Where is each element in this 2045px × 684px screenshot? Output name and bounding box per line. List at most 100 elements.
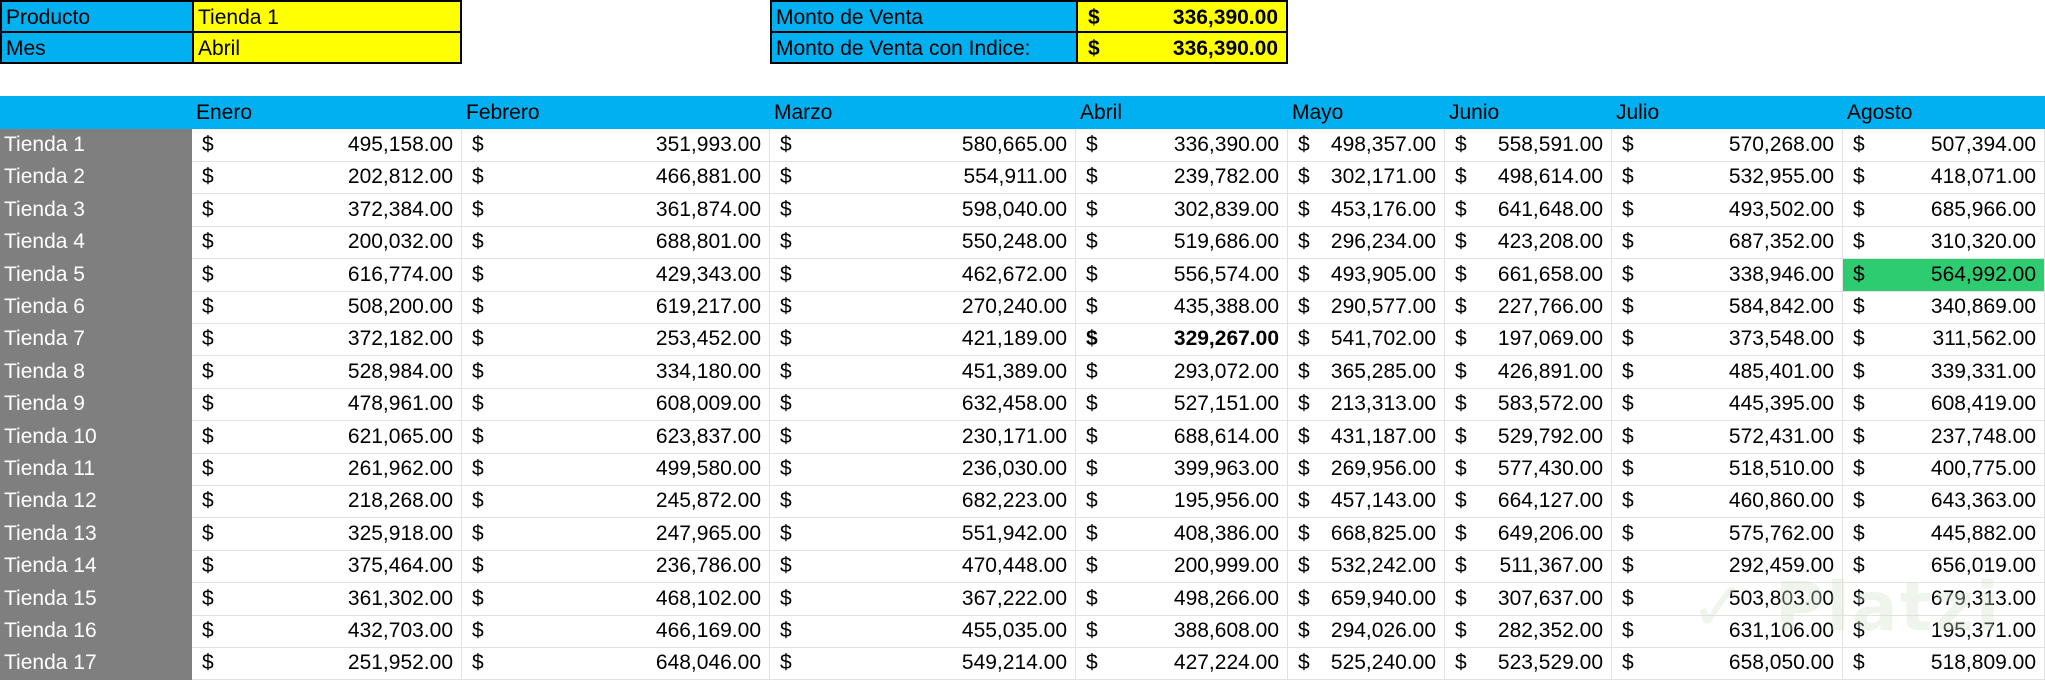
- sales-cell[interactable]: $408,386.00: [1076, 517, 1288, 551]
- sales-cell[interactable]: $532,955.00: [1612, 161, 1843, 195]
- sales-cell[interactable]: $541,702.00: [1288, 323, 1445, 357]
- sales-cell[interactable]: $643,363.00: [1843, 485, 2045, 519]
- sales-cell[interactable]: $498,266.00: [1076, 582, 1288, 616]
- sales-cell[interactable]: $245,872.00: [462, 485, 770, 519]
- sales-cell[interactable]: $493,502.00: [1612, 193, 1843, 227]
- store-label[interactable]: Tienda 4: [0, 226, 192, 260]
- column-header-abril[interactable]: Abril: [1076, 96, 1288, 129]
- sales-cell[interactable]: $619,217.00: [462, 291, 770, 324]
- sales-cell[interactable]: $551,942.00: [770, 517, 1076, 551]
- monto-venta-label[interactable]: Monto de Venta: [770, 0, 1078, 33]
- sales-cell[interactable]: $361,874.00: [462, 193, 770, 227]
- column-header-enero[interactable]: Enero: [192, 96, 462, 129]
- store-label[interactable]: Tienda 8: [0, 355, 192, 389]
- sales-cell[interactable]: $227,766.00: [1445, 291, 1612, 324]
- sales-cell[interactable]: $375,464.00: [192, 550, 462, 584]
- sales-cell[interactable]: $367,222.00: [770, 582, 1076, 616]
- sales-cell[interactable]: $455,035.00: [770, 615, 1076, 648]
- sales-cell[interactable]: $445,395.00: [1612, 388, 1843, 422]
- sales-cell[interactable]: $418,071.00: [1843, 161, 2045, 195]
- sales-cell[interactable]: $584,842.00: [1612, 291, 1843, 324]
- sales-cell[interactable]: $466,169.00: [462, 615, 770, 648]
- sales-cell[interactable]: $445,882.00: [1843, 517, 2045, 551]
- sales-cell[interactable]: $213,313.00: [1288, 388, 1445, 422]
- sales-cell[interactable]: $431,187.00: [1288, 420, 1445, 454]
- sales-cell[interactable]: $365,285.00: [1288, 355, 1445, 389]
- store-label[interactable]: Tienda 11: [0, 453, 192, 486]
- store-label[interactable]: Tienda 13: [0, 517, 192, 551]
- sales-cell[interactable]: $528,984.00: [192, 355, 462, 389]
- store-label[interactable]: Tienda 7: [0, 323, 192, 357]
- sales-cell[interactable]: $270,240.00: [770, 291, 1076, 324]
- sales-cell[interactable]: $253,452.00: [462, 323, 770, 357]
- sales-cell[interactable]: $485,401.00: [1612, 355, 1843, 389]
- store-label[interactable]: Tienda 17: [0, 647, 192, 681]
- store-label[interactable]: Tienda 5: [0, 258, 192, 292]
- sales-cell[interactable]: $457,143.00: [1288, 485, 1445, 519]
- column-header-junio[interactable]: Junio: [1445, 96, 1612, 129]
- sales-cell[interactable]: $532,242.00: [1288, 550, 1445, 584]
- sales-cell[interactable]: $282,352.00: [1445, 615, 1612, 648]
- table-header-corner[interactable]: [0, 96, 192, 129]
- sales-cell[interactable]: $623,837.00: [462, 420, 770, 454]
- mes-label[interactable]: Mes: [0, 31, 194, 64]
- sales-cell[interactable]: $290,577.00: [1288, 291, 1445, 324]
- sales-cell[interactable]: $372,384.00: [192, 193, 462, 227]
- sales-cell[interactable]: $237,748.00: [1843, 420, 2045, 454]
- sales-cell[interactable]: $400,775.00: [1843, 453, 2045, 486]
- sales-cell[interactable]: $239,782.00: [1076, 161, 1288, 195]
- sales-cell[interactable]: $668,825.00: [1288, 517, 1445, 551]
- sales-cell[interactable]: $261,962.00: [192, 453, 462, 486]
- store-label[interactable]: Tienda 9: [0, 388, 192, 422]
- column-header-marzo[interactable]: Marzo: [770, 96, 1076, 129]
- sales-cell[interactable]: $498,614.00: [1445, 161, 1612, 195]
- sales-cell[interactable]: $236,786.00: [462, 550, 770, 584]
- sales-cell[interactable]: $236,030.00: [770, 453, 1076, 486]
- sales-cell[interactable]: $296,234.00: [1288, 226, 1445, 260]
- sales-cell[interactable]: $507,394.00: [1843, 129, 2045, 162]
- sales-cell[interactable]: $200,032.00: [192, 226, 462, 260]
- sales-cell[interactable]: $200,999.00: [1076, 550, 1288, 584]
- sales-cell[interactable]: $498,357.00: [1288, 129, 1445, 162]
- store-label[interactable]: Tienda 3: [0, 193, 192, 227]
- column-header-julio[interactable]: Julio: [1612, 96, 1843, 129]
- sales-cell[interactable]: $575,762.00: [1612, 517, 1843, 551]
- sales-cell[interactable]: $632,458.00: [770, 388, 1076, 422]
- sales-cell[interactable]: $549,214.00: [770, 647, 1076, 681]
- sales-cell[interactable]: $269,956.00: [1288, 453, 1445, 486]
- sales-cell[interactable]: $608,009.00: [462, 388, 770, 422]
- sales-cell[interactable]: $361,302.00: [192, 582, 462, 616]
- sales-cell[interactable]: $470,448.00: [770, 550, 1076, 584]
- sales-cell[interactable]: $466,881.00: [462, 161, 770, 195]
- sales-cell[interactable]: $525,240.00: [1288, 647, 1445, 681]
- sales-cell[interactable]: $429,343.00: [462, 258, 770, 292]
- store-label[interactable]: Tienda 1: [0, 129, 192, 162]
- sales-cell[interactable]: $251,952.00: [192, 647, 462, 681]
- sales-cell[interactable]: $598,040.00: [770, 193, 1076, 227]
- sales-cell[interactable]: $293,072.00: [1076, 355, 1288, 389]
- sales-cell[interactable]: $202,812.00: [192, 161, 462, 195]
- sales-cell[interactable]: $688,801.00: [462, 226, 770, 260]
- mes-input[interactable]: Abril: [192, 31, 462, 64]
- sales-cell[interactable]: $340,869.00: [1843, 291, 2045, 324]
- sales-cell[interactable]: $478,961.00: [192, 388, 462, 422]
- sales-cell[interactable]: $685,966.00: [1843, 193, 2045, 227]
- sales-cell[interactable]: $388,608.00: [1076, 615, 1288, 648]
- sales-cell[interactable]: $311,562.00: [1843, 323, 2045, 357]
- sales-cell[interactable]: $372,182.00: [192, 323, 462, 357]
- sales-cell[interactable]: $511,367.00: [1445, 550, 1612, 584]
- store-label[interactable]: Tienda 14: [0, 550, 192, 584]
- sales-cell[interactable]: $373,548.00: [1612, 323, 1843, 357]
- store-label[interactable]: Tienda 2: [0, 161, 192, 195]
- sales-cell[interactable]: $641,648.00: [1445, 193, 1612, 227]
- store-label[interactable]: Tienda 6: [0, 291, 192, 324]
- sales-cell[interactable]: $423,208.00: [1445, 226, 1612, 260]
- store-label[interactable]: Tienda 16: [0, 615, 192, 648]
- sales-cell[interactable]: $302,839.00: [1076, 193, 1288, 227]
- sales-cell[interactable]: $519,686.00: [1076, 226, 1288, 260]
- sales-cell[interactable]: $658,050.00: [1612, 647, 1843, 681]
- producto-label[interactable]: Producto: [0, 0, 194, 33]
- sales-cell[interactable]: $460,860.00: [1612, 485, 1843, 519]
- sales-cell[interactable]: $336,390.00: [1076, 129, 1288, 162]
- sales-cell[interactable]: $307,637.00: [1445, 582, 1612, 616]
